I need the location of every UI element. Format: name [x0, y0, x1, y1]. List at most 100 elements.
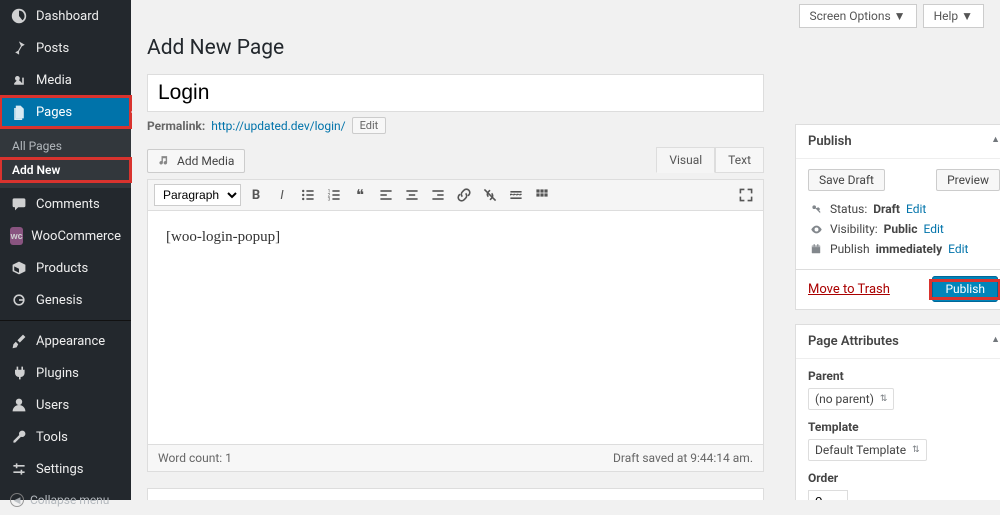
- comment-icon: [10, 195, 28, 213]
- sidebar-sub-all-pages[interactable]: All Pages: [0, 134, 131, 158]
- save-draft-button[interactable]: Save Draft: [808, 169, 885, 191]
- toggle-icon: ▲: [991, 134, 1000, 149]
- attributes-header[interactable]: Page Attributes ▲: [796, 325, 1000, 359]
- screen-options-button[interactable]: Screen Options ▼: [799, 4, 917, 28]
- attributes-title: Page Attributes: [808, 334, 899, 349]
- status-label: Status:: [830, 202, 867, 216]
- calendar-icon: [808, 243, 824, 255]
- permalink-row: Permalink: http://updated.dev/login/ Edi…: [147, 112, 764, 139]
- align-left-icon[interactable]: [375, 184, 397, 206]
- eye-icon: [808, 223, 824, 236]
- publish-button[interactable]: Publish: [932, 276, 998, 302]
- format-select[interactable]: Paragraph: [154, 184, 241, 206]
- sidebar-item-label: Genesis: [36, 293, 82, 308]
- collapse-label: Collapse menu: [30, 493, 109, 507]
- wrench-icon: [10, 428, 28, 446]
- sidebar-item-dashboard[interactable]: Dashboard: [0, 0, 131, 32]
- page-icon: [10, 103, 28, 121]
- schedule-edit-link[interactable]: Edit: [948, 242, 968, 256]
- publish-title: Publish: [808, 134, 852, 149]
- bold-icon[interactable]: B: [245, 184, 267, 206]
- permalink-edit-button[interactable]: Edit: [352, 117, 387, 134]
- toggle-icon: ▲: [991, 334, 1000, 349]
- tab-text[interactable]: Text: [715, 147, 764, 173]
- more-icon[interactable]: [505, 184, 527, 206]
- draft-saved: Draft saved at 9:44:14 am.: [613, 451, 753, 465]
- editor-toolbar: Paragraph B I 123 ❝: [147, 179, 764, 210]
- visibility-label: Visibility:: [830, 222, 878, 236]
- pin-icon: [10, 39, 28, 57]
- chevron-updown-icon: ⇅: [912, 445, 920, 455]
- collapse-menu[interactable]: ◀ Collapse menu: [0, 485, 131, 515]
- schedule-label: Publish: [830, 242, 870, 256]
- preview-button[interactable]: Preview: [936, 169, 1000, 191]
- move-to-trash-link[interactable]: Move to Trash: [808, 282, 890, 297]
- align-center-icon[interactable]: [401, 184, 423, 206]
- template-select[interactable]: Default Template ⇅: [808, 439, 927, 461]
- key-icon: [808, 203, 824, 215]
- numbered-list-icon[interactable]: 123: [323, 184, 345, 206]
- order-label: Order: [808, 471, 838, 485]
- sidebar-item-label: Plugins: [36, 366, 79, 381]
- parent-select[interactable]: (no parent) ⇅: [808, 388, 894, 410]
- blockquote-icon[interactable]: ❝: [349, 184, 371, 206]
- visibility-edit-link[interactable]: Edit: [923, 222, 943, 236]
- seo-metabox-header[interactable]: Theme SEO Settings ▲: [148, 489, 763, 500]
- sidebar-sub-add-new[interactable]: Add New: [0, 158, 131, 182]
- chevron-updown-icon: ⇅: [880, 394, 888, 404]
- sidebar-item-appearance[interactable]: Appearance: [0, 325, 131, 357]
- status-value: Draft: [873, 202, 900, 216]
- sidebar-item-posts[interactable]: Posts: [0, 32, 131, 64]
- content-editor[interactable]: [woo-login-popup]: [147, 210, 764, 445]
- sidebar-item-label: Dashboard: [36, 9, 99, 24]
- sidebar-item-label: Posts: [36, 41, 69, 56]
- meta-column: Publish ▲ Save Draft Preview Status: Dra…: [795, 124, 1000, 500]
- admin-sidebar: Dashboard Posts Media Pages All Pages Ad…: [0, 0, 131, 500]
- sidebar-item-label: Appearance: [36, 334, 105, 349]
- parent-value: (no parent): [815, 392, 874, 406]
- sidebar-item-plugins[interactable]: Plugins: [0, 357, 131, 389]
- gauge-icon: [10, 7, 28, 25]
- italic-icon[interactable]: I: [271, 184, 293, 206]
- tab-visual[interactable]: Visual: [656, 147, 715, 173]
- sliders-icon: [10, 460, 28, 478]
- toolbar-toggle-icon[interactable]: [531, 184, 553, 206]
- screen-meta-bar: Screen Options ▼ Help ▼: [147, 0, 984, 28]
- sidebar-item-tools[interactable]: Tools: [0, 421, 131, 453]
- permalink-link[interactable]: http://updated.dev/login/: [211, 119, 345, 133]
- collapse-icon: ◀: [10, 493, 24, 507]
- sidebar-item-media[interactable]: Media: [0, 64, 131, 96]
- editor-status-bar: Word count: 1 Draft saved at 9:44:14 am.: [147, 445, 764, 472]
- sidebar-item-pages[interactable]: Pages: [0, 96, 131, 128]
- editor-wrap: Add Media Visual Text Paragraph B I 123 …: [147, 145, 764, 472]
- help-button[interactable]: Help ▼: [923, 4, 984, 28]
- template-label: Template: [808, 420, 859, 434]
- sidebar-item-products[interactable]: Products: [0, 252, 131, 284]
- order-input[interactable]: [808, 490, 848, 500]
- permalink-label: Permalink:: [147, 119, 205, 133]
- align-right-icon[interactable]: [427, 184, 449, 206]
- sidebar-item-genesis[interactable]: Genesis: [0, 284, 131, 316]
- publish-metabox: Publish ▲ Save Draft Preview Status: Dra…: [795, 124, 1000, 310]
- unlink-icon[interactable]: [479, 184, 501, 206]
- sidebar-item-settings[interactable]: Settings: [0, 453, 131, 485]
- sidebar-item-woocommerce[interactable]: wc WooCommerce: [0, 220, 131, 252]
- add-media-button[interactable]: Add Media: [147, 149, 245, 173]
- editor-tabs: Visual Text: [656, 147, 764, 173]
- plug-icon: [10, 364, 28, 382]
- brush-icon: [10, 332, 28, 350]
- status-edit-link[interactable]: Edit: [906, 202, 926, 216]
- title-input[interactable]: [147, 74, 764, 112]
- sidebar-item-comments[interactable]: Comments: [0, 188, 131, 220]
- sidebar-item-label: Tools: [36, 430, 68, 445]
- publish-header[interactable]: Publish ▲: [796, 125, 1000, 159]
- sidebar-item-label: Comments: [36, 197, 100, 212]
- fullscreen-icon[interactable]: [735, 184, 757, 206]
- woo-icon: wc: [10, 227, 23, 245]
- genesis-icon: [10, 291, 28, 309]
- link-icon[interactable]: [453, 184, 475, 206]
- bullet-list-icon[interactable]: [297, 184, 319, 206]
- sidebar-submenu: All Pages Add New: [0, 128, 131, 188]
- main-content: Screen Options ▼ Help ▼ Add New Page Per…: [131, 0, 1000, 500]
- sidebar-item-users[interactable]: Users: [0, 389, 131, 421]
